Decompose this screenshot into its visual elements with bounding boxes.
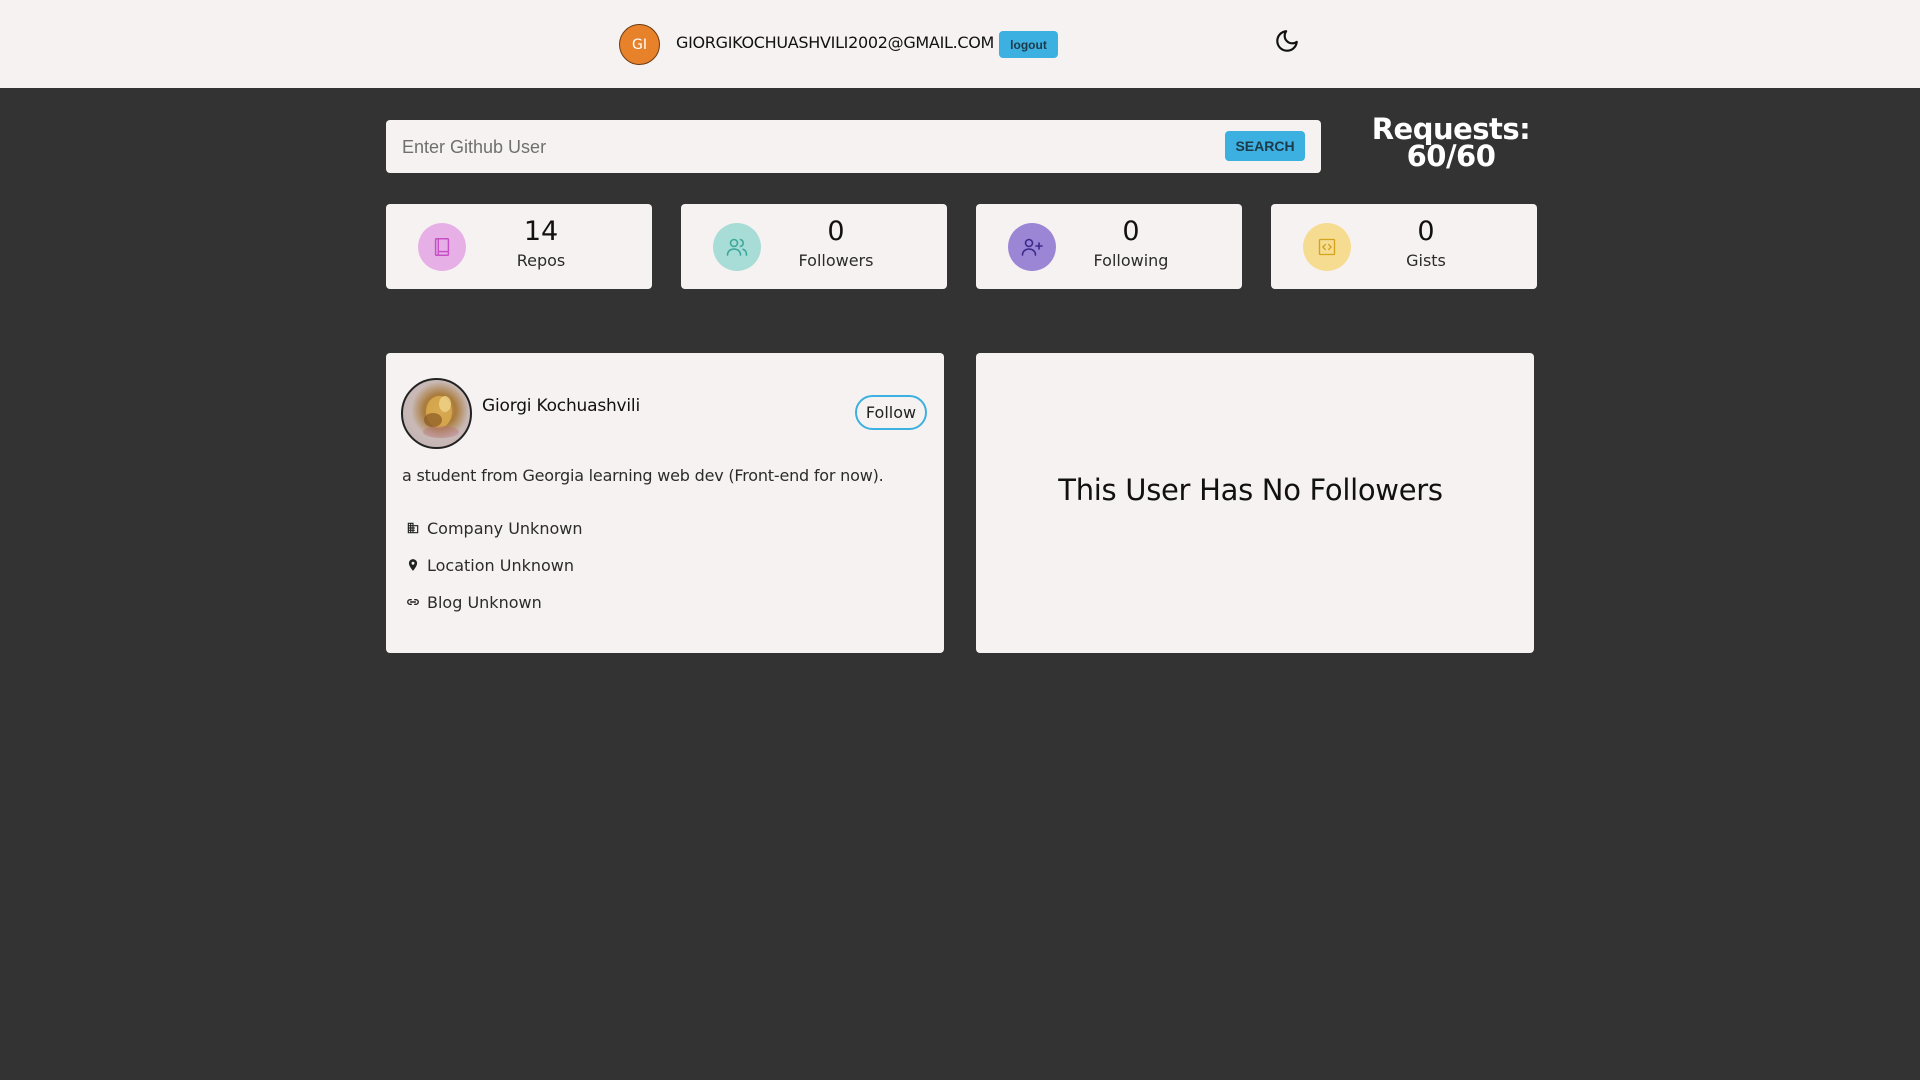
followers-icon-circle bbox=[713, 223, 761, 271]
follow-button[interactable]: Follow bbox=[855, 395, 927, 430]
followers-count: 0 bbox=[827, 216, 845, 247]
user-plus-icon bbox=[1021, 238, 1043, 256]
repos-label: Repos bbox=[516, 251, 566, 270]
location-pin-icon bbox=[408, 559, 418, 571]
blog-row: Blog Unknown bbox=[406, 592, 542, 612]
moon-icon bbox=[1276, 30, 1298, 52]
search-form: SEARCH bbox=[386, 120, 1321, 173]
avatar-image bbox=[423, 396, 459, 438]
gists-label: Gists bbox=[1406, 251, 1446, 270]
location-text: Location Unknown bbox=[427, 555, 575, 575]
profile-bio: a student from Georgia learning web dev … bbox=[402, 466, 884, 485]
profile-avatar bbox=[401, 378, 472, 449]
avatar-initials: GI bbox=[632, 36, 647, 53]
following-label: Following bbox=[1093, 251, 1169, 270]
user-email: GIORGIKOCHUASHVILI2002@GMAIL.COM bbox=[676, 33, 995, 52]
profile-name: Giorgi Kochuashvili bbox=[482, 396, 640, 416]
followers-label: Followers bbox=[798, 251, 874, 270]
users-icon bbox=[726, 238, 748, 256]
link-icon bbox=[407, 598, 419, 606]
requests-value: 60/60 bbox=[1406, 139, 1496, 173]
company-text: Company Unknown bbox=[427, 518, 583, 538]
stat-card-following: 0 Following bbox=[976, 204, 1242, 289]
followers-card: This User Has No Followers bbox=[976, 353, 1534, 653]
user-profile-card: Giorgi Kochuashvili Follow a student fro… bbox=[386, 353, 944, 653]
location-row: Location Unknown bbox=[406, 555, 574, 575]
blog-text: Blog Unknown bbox=[427, 592, 542, 612]
logout-button[interactable]: logout bbox=[999, 31, 1058, 58]
top-navbar: GI GIORGIKOCHUASHVILI2002@GMAIL.COM logo… bbox=[0, 0, 1920, 88]
repos-count: 14 bbox=[523, 216, 559, 247]
gists-count: 0 bbox=[1417, 216, 1435, 247]
search-button[interactable]: SEARCH bbox=[1225, 131, 1305, 161]
stat-card-repos: 14 Repos bbox=[386, 204, 652, 289]
code-icon bbox=[1318, 238, 1336, 256]
book-icon bbox=[434, 238, 450, 256]
building-icon bbox=[407, 522, 419, 534]
no-followers-message: This User Has No Followers bbox=[1058, 473, 1443, 507]
company-row: Company Unknown bbox=[406, 518, 582, 538]
following-count: 0 bbox=[1122, 216, 1140, 247]
rate-limit-display: Requests: 60/60 bbox=[1370, 115, 1532, 173]
gists-icon-circle bbox=[1303, 223, 1351, 271]
search-input[interactable] bbox=[402, 134, 1202, 160]
stat-card-followers: 0 Followers bbox=[681, 204, 947, 289]
user-avatar: GI bbox=[619, 24, 660, 65]
repos-icon-circle bbox=[418, 223, 466, 271]
theme-toggle-button[interactable] bbox=[1274, 28, 1300, 54]
stat-card-gists: 0 Gists bbox=[1271, 204, 1537, 289]
following-icon-circle bbox=[1008, 223, 1056, 271]
